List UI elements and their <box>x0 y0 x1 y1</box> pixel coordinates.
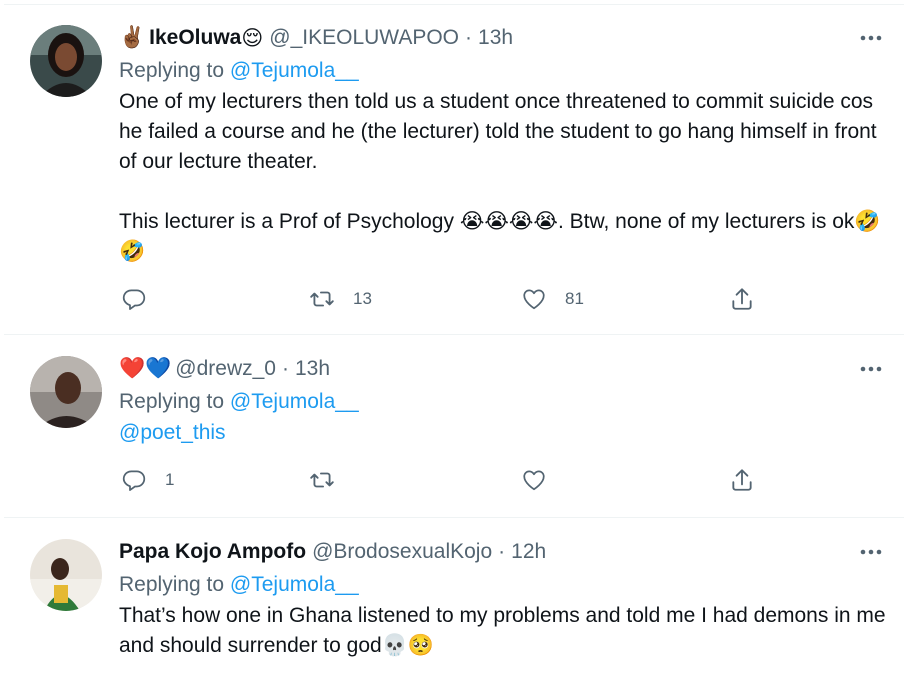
mention-link[interactable]: @poet_this <box>119 421 226 444</box>
like-count: 81 <box>565 289 584 308</box>
timestamp[interactable]: 12h <box>511 540 546 564</box>
avatar[interactable] <box>30 25 102 97</box>
tweet-header: ❤️💙 @drewz_0 · 13h <box>119 354 888 384</box>
avatar[interactable] <box>30 356 102 428</box>
emoji-skull-pleading: 💀🥺 <box>381 634 434 657</box>
display-name[interactable]: Papa Kojo Ampofo <box>119 540 306 564</box>
user-handle[interactable]: @_IKEOLUWAPOO <box>269 26 459 50</box>
reply-button[interactable]: 1 <box>121 467 174 493</box>
reply-button[interactable] <box>121 286 165 312</box>
emoji-loudly-crying: 😭😭😭😭 <box>459 210 558 233</box>
separator-dot: · <box>282 357 289 380</box>
reply-count: 1 <box>165 470 175 489</box>
more-options-icon[interactable] <box>854 354 888 384</box>
replying-to-link[interactable]: @Tejumola__ <box>230 59 359 82</box>
like-button[interactable] <box>521 467 565 493</box>
tweet-paragraph: One of my lecturers then told us a stude… <box>119 90 877 173</box>
display-name[interactable]: IkeOluwa <box>149 26 241 50</box>
tweet-text: One of my lecturers then told us a stude… <box>119 87 888 267</box>
replying-label: Replying to <box>119 573 225 596</box>
separator-dot: · <box>465 26 473 49</box>
more-options-icon[interactable] <box>854 23 888 53</box>
display-name-emoji: ✌🏾 <box>119 26 146 49</box>
tweet-actions: 13 81 <box>119 286 759 326</box>
tweet[interactable]: ✌🏾 IkeOluwa 😌 @_IKEOLUWAPOO · 13h Replyi… <box>4 4 904 335</box>
share-icon <box>732 469 752 491</box>
share-button[interactable] <box>729 286 755 312</box>
timestamp[interactable]: 13h <box>478 26 513 50</box>
replying-to-link[interactable]: @Tejumola__ <box>230 573 359 596</box>
share-button[interactable] <box>729 467 755 493</box>
reply-icon <box>122 289 146 310</box>
separator-dot: · <box>498 540 506 563</box>
tweet-text-segment: That’s how one in Ghana listened to my p… <box>119 604 886 657</box>
retweet-count: 13 <box>353 289 372 308</box>
tweet-header: Papa Kojo Ampofo @BrodosexualKojo · 12h <box>119 537 888 567</box>
replying-to: Replying to @Tejumola__ <box>119 570 888 600</box>
like-button[interactable]: 81 <box>521 286 584 312</box>
user-handle[interactable]: @BrodosexualKojo <box>312 540 492 564</box>
avatar[interactable] <box>30 539 102 611</box>
more-options-icon[interactable] <box>854 537 888 567</box>
display-name-emoji: 😌 <box>241 26 264 50</box>
tweet[interactable]: ❤️💙 @drewz_0 · 13h Replying to @Tejumola… <box>4 336 904 518</box>
share-icon <box>732 288 752 310</box>
retweet-button[interactable]: 13 <box>309 286 372 312</box>
reply-feed: ✌🏾 IkeOluwa 😌 @_IKEOLUWAPOO · 13h Replyi… <box>0 0 907 679</box>
user-handle[interactable]: @drewz_0 <box>175 357 276 381</box>
display-name[interactable]: ❤️💙 <box>119 357 171 381</box>
tweet-actions: 1 <box>119 467 759 507</box>
retweet-icon <box>310 291 334 307</box>
tweet[interactable]: Papa Kojo Ampofo @BrodosexualKojo · 12h … <box>4 519 904 679</box>
tweet-paragraph: This lecturer is a Prof of Psychology 😭😭… <box>119 207 888 267</box>
reply-icon <box>122 470 146 491</box>
retweet-icon <box>310 472 334 488</box>
tweet-text-segment: This lecturer is a Prof of Psychology <box>119 210 454 233</box>
tweet-text-segment: . Btw, none of my lecturers is ok <box>557 210 855 233</box>
replying-label: Replying to <box>119 390 225 413</box>
tweet-text: That’s how one in Ghana listened to my p… <box>119 601 888 661</box>
heart-icon <box>523 470 545 491</box>
retweet-button[interactable] <box>309 467 353 493</box>
tweet-text: @poet_this <box>119 418 888 448</box>
heart-icon <box>523 289 545 310</box>
tweet-header: ✌🏾 IkeOluwa 😌 @_IKEOLUWAPOO · 13h <box>119 23 888 53</box>
replying-to: Replying to @Tejumola__ <box>119 387 888 417</box>
replying-to-link[interactable]: @Tejumola__ <box>230 390 359 413</box>
replying-label: Replying to <box>119 59 225 82</box>
timestamp[interactable]: 13h <box>295 357 330 381</box>
replying-to: Replying to @Tejumola__ <box>119 56 888 86</box>
